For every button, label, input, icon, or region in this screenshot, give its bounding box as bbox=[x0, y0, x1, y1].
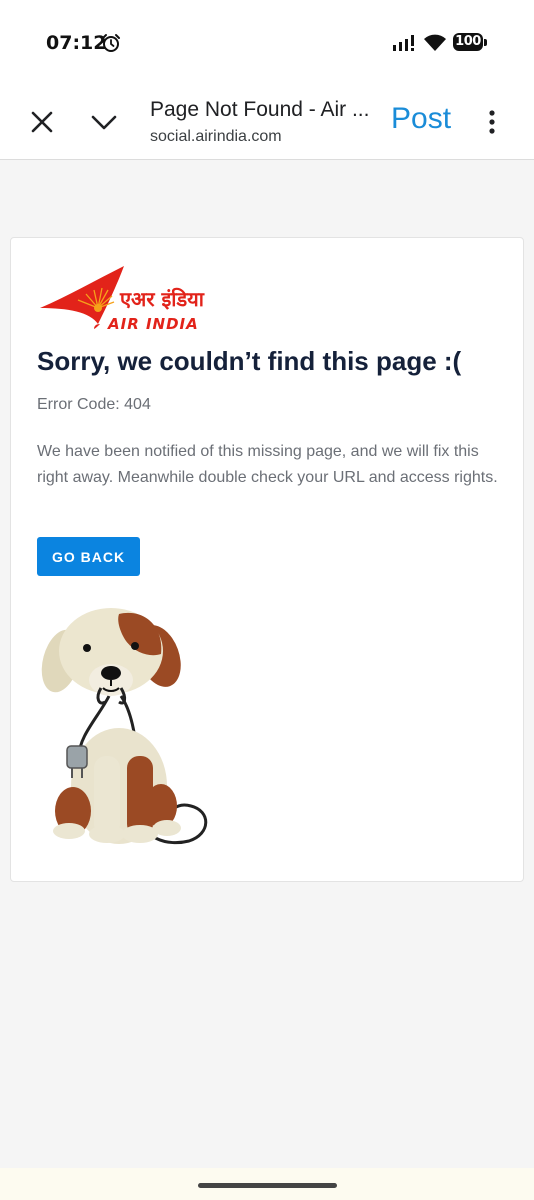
chevron-down-icon[interactable] bbox=[88, 106, 120, 138]
logo-hindi-text: एअर इंडिया bbox=[119, 287, 205, 311]
status-bar: 07:12 100 bbox=[0, 0, 534, 78]
close-icon[interactable] bbox=[26, 106, 58, 138]
browser-toolbar: Page Not Found - Air ... social.airindia… bbox=[0, 78, 534, 160]
post-button[interactable]: Post bbox=[391, 102, 451, 136]
signal-icon bbox=[393, 35, 414, 51]
error-code: Error Code: 404 bbox=[37, 396, 151, 413]
wifi-icon bbox=[424, 34, 446, 51]
error-message: We have been notified of this missing pa… bbox=[37, 443, 498, 486]
error-card: एअर इंडिया AIR INDIA Sorry, we couldn’t … bbox=[10, 237, 524, 882]
page-url: social.airindia.com bbox=[150, 128, 282, 145]
battery-icon: 100 bbox=[453, 33, 487, 53]
logo-english-text: AIR INDIA bbox=[107, 315, 199, 330]
go-back-button[interactable]: GO BACK bbox=[37, 537, 140, 576]
battery-level: 100 bbox=[453, 33, 483, 51]
gesture-nav-bar bbox=[0, 1168, 534, 1200]
alarm-icon bbox=[102, 34, 120, 52]
page-title: Page Not Found - Air ... bbox=[150, 98, 370, 121]
page-heading: Sorry, we couldn’t find this page :( bbox=[37, 346, 462, 376]
dog-illustration bbox=[41, 608, 208, 845]
status-time: 07:12 bbox=[46, 32, 107, 54]
home-indicator[interactable] bbox=[198, 1183, 337, 1188]
more-vert-icon[interactable] bbox=[480, 108, 504, 136]
air-india-logo: एअर इंडिया AIR INDIA bbox=[40, 266, 205, 330]
